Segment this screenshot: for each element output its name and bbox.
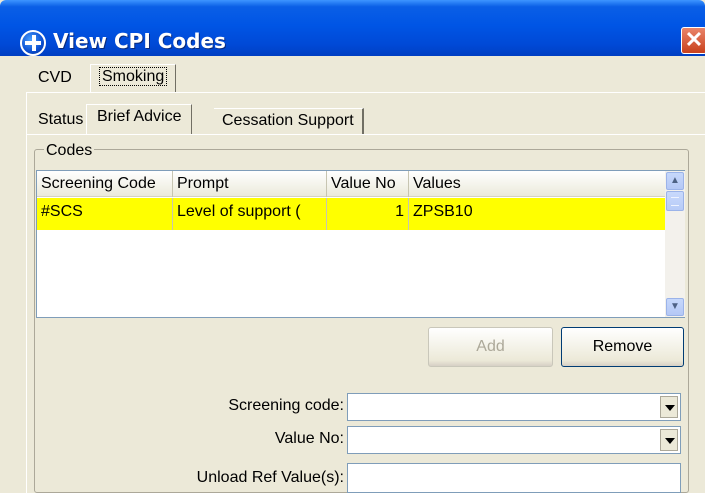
column-header-values[interactable]: Values: [409, 171, 665, 197]
unload-ref-input[interactable]: [347, 463, 681, 493]
screening-code-label: Screening code:: [228, 397, 344, 414]
value-no-label: Value No:: [274, 430, 344, 447]
codes-legend: Codes: [44, 142, 95, 160]
remove-button[interactable]: Remove: [561, 327, 684, 367]
unload-ref-label: Unload Ref Value(s):: [196, 469, 344, 486]
close-button[interactable]: ✕: [681, 27, 705, 54]
value-no-combo[interactable]: [347, 426, 681, 454]
cell-prompt: Level of support (: [173, 198, 327, 230]
chevron-down-icon[interactable]: [660, 396, 678, 418]
app-plus-icon: [20, 30, 46, 56]
scroll-down-icon[interactable]: ▼: [666, 298, 684, 316]
column-header-screening-code[interactable]: Screening Code: [37, 171, 173, 197]
screening-code-combo[interactable]: [347, 393, 681, 421]
view-cpi-codes-window: View CPI Codes ✕ CVD Smoking Status Brie…: [0, 0, 705, 493]
title-bar[interactable]: View CPI Codes ✕: [0, 0, 705, 56]
tab-status[interactable]: Status: [30, 108, 91, 134]
column-header-prompt[interactable]: Prompt: [173, 171, 327, 197]
tab-brief-advice[interactable]: Brief Advice: [86, 104, 193, 134]
tab-cessation-support[interactable]: Cessation Support: [214, 108, 364, 134]
scroll-up-icon[interactable]: ▲: [666, 172, 684, 190]
cell-screening-code: #SCS: [37, 198, 173, 230]
chevron-down-icon[interactable]: [660, 429, 678, 451]
tab-smoking-label: Smoking: [99, 67, 168, 86]
cell-values: ZPSB10: [413, 203, 473, 220]
list-header: Screening Code Prompt Value No Values: [37, 171, 665, 197]
codes-list-view[interactable]: Screening Code Prompt Value No Values #S…: [36, 170, 685, 318]
vertical-scrollbar[interactable]: ▲ ▼: [665, 171, 685, 317]
cell-value-no: 1: [327, 198, 409, 230]
column-header-value-no[interactable]: Value No: [327, 171, 409, 197]
add-button[interactable]: Add: [428, 327, 553, 367]
tab-cvd[interactable]: CVD: [30, 66, 80, 92]
window-title: View CPI Codes: [53, 29, 226, 53]
table-row[interactable]: #SCS Level of support ( 1 ZPSB10: [37, 198, 665, 230]
scroll-thumb[interactable]: [666, 191, 684, 211]
tab-smoking[interactable]: Smoking: [90, 64, 177, 92]
